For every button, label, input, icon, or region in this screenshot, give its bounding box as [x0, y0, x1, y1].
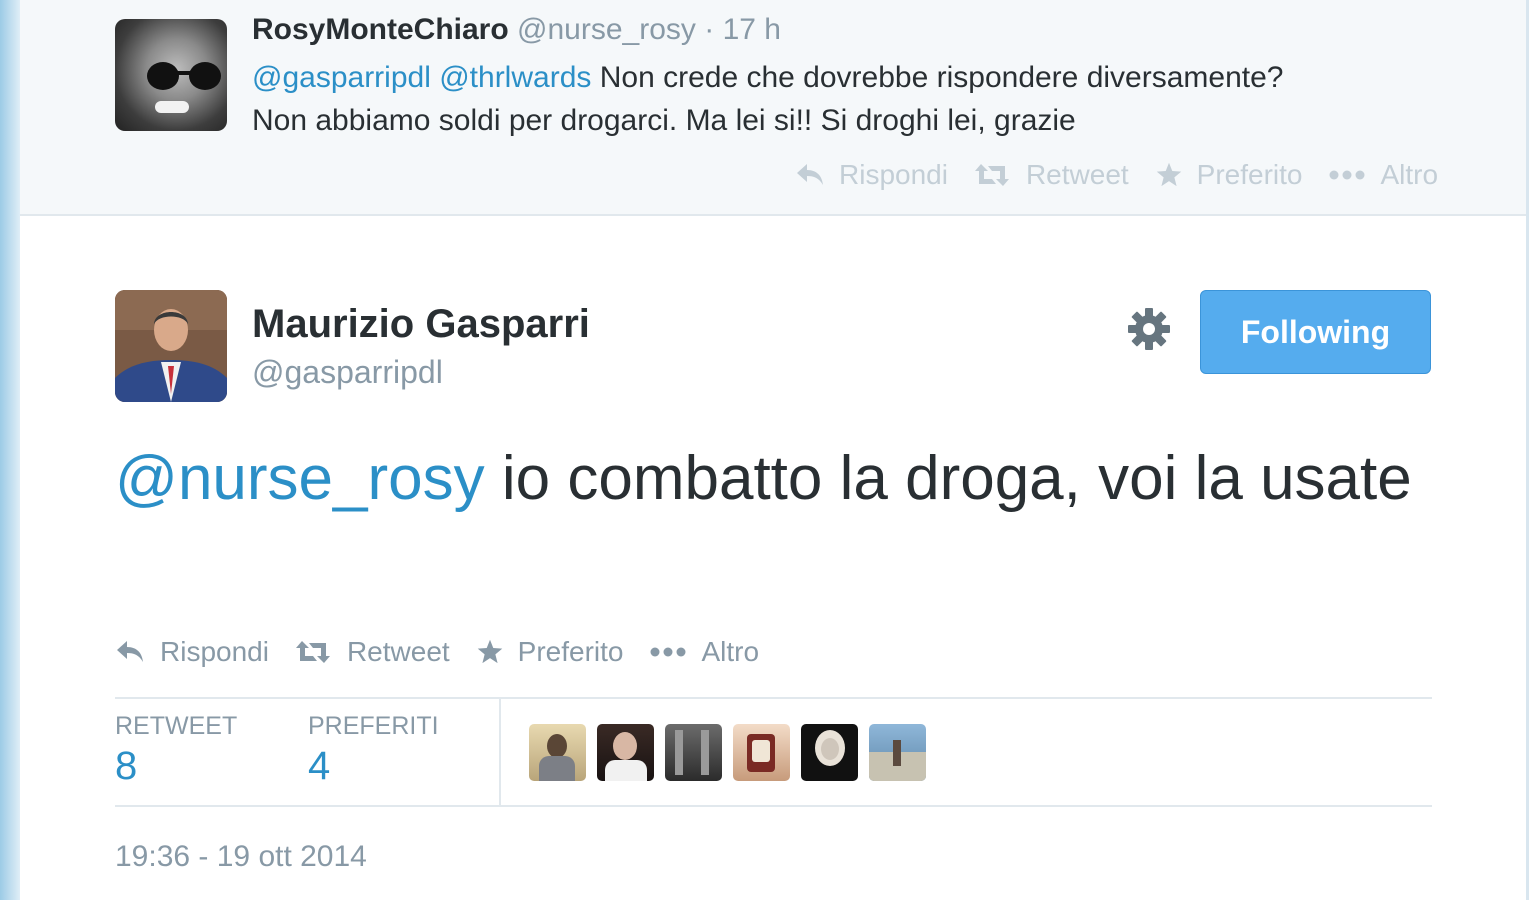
in-reply-to-tweet[interactable]: RosyMonteChiaro @nurse_rosy · 17 h @gasp…: [20, 0, 1526, 216]
more-button[interactable]: Altro: [650, 636, 760, 668]
reply-text-line-2: Non abbiamo soldi per drogarci. Ma lei s…: [252, 104, 1076, 137]
retweet-button[interactable]: Retweet: [295, 636, 450, 668]
separator-dot: ·: [704, 13, 715, 46]
reply-text-line-1: Non crede che dovrebbe rispondere divers…: [599, 61, 1284, 94]
tweet-body: io combatto la droga, voi la usate: [501, 444, 1412, 513]
retweet-label: Retweet: [1025, 159, 1129, 190]
avatar[interactable]: [665, 724, 722, 781]
reply-tweet-text: @gasparripdl @thrlwards Non crede che do…: [252, 56, 1452, 142]
tweet-timestamp[interactable]: 19:36 - 19 ott 2014: [115, 840, 367, 874]
reply-button[interactable]: Rispondi: [795, 159, 948, 191]
mention-link[interactable]: @thrlwards: [439, 61, 591, 94]
profile-photo-graphic: [115, 290, 227, 402]
favorite-button[interactable]: Preferito: [1155, 159, 1303, 191]
retweet-label: Retweet: [346, 636, 450, 667]
reply-button[interactable]: Rispondi: [115, 636, 269, 668]
divider: [115, 805, 1432, 807]
reply-icon: [117, 641, 143, 662]
favorite-button[interactable]: Preferito: [476, 636, 624, 668]
retweet-button[interactable]: Retweet: [974, 159, 1129, 191]
retweet-icon: [295, 641, 330, 663]
reply-label: Rispondi: [839, 159, 948, 190]
favorites-count-label[interactable]: PREFERITI: [308, 712, 439, 741]
page-background-left: [0, 0, 20, 900]
sunglasses-graphic: [147, 62, 221, 90]
divider: [499, 699, 501, 805]
smile-graphic: [155, 101, 189, 113]
reply-label: Rispondi: [160, 636, 269, 667]
star-icon: [1156, 162, 1181, 187]
gear-icon[interactable]: [1126, 306, 1172, 352]
favorites-count[interactable]: 4: [308, 744, 330, 789]
username[interactable]: @gasparripdl: [252, 354, 443, 391]
fullname[interactable]: RosyMonteChiaro: [252, 13, 509, 46]
avatar[interactable]: [869, 724, 926, 781]
divider: [115, 697, 1432, 699]
reply-header: RosyMonteChiaro @nurse_rosy · 17 h: [252, 13, 781, 47]
main-tweet-text: @nurse_rosy io combatto la droga, voi la…: [115, 440, 1435, 518]
star-icon: [477, 639, 502, 664]
avatar[interactable]: [733, 724, 790, 781]
more-icon: [1329, 170, 1364, 180]
mention-link[interactable]: @gasparripdl: [252, 61, 431, 94]
retweet-count[interactable]: 8: [115, 744, 137, 789]
avatar[interactable]: [115, 19, 227, 131]
favoriters-avatars: [529, 724, 937, 781]
reply-icon: [797, 164, 823, 185]
tweet-permalink-card: RosyMonteChiaro @nurse_rosy · 17 h @gasp…: [20, 0, 1526, 900]
favorite-label: Preferito: [1196, 159, 1303, 190]
avatar[interactable]: [115, 290, 227, 402]
username[interactable]: @nurse_rosy: [517, 13, 696, 46]
more-button[interactable]: Altro: [1329, 159, 1439, 191]
more-label: Altro: [701, 636, 760, 667]
reply-tweet-actions: Rispondi Retweet Preferito Altro: [795, 157, 1438, 193]
retweet-count-label[interactable]: RETWEET: [115, 712, 237, 741]
favorite-label: Preferito: [517, 636, 624, 667]
avatar[interactable]: [801, 724, 858, 781]
more-label: Altro: [1380, 159, 1439, 190]
retweet-icon: [974, 164, 1009, 186]
avatar[interactable]: [597, 724, 654, 781]
tweet-time[interactable]: 17 h: [723, 13, 781, 46]
following-button[interactable]: Following: [1200, 290, 1431, 374]
fullname[interactable]: Maurizio Gasparri: [252, 302, 590, 347]
main-tweet-actions: Rispondi Retweet Preferito Altro: [115, 632, 759, 672]
mention-link[interactable]: @nurse_rosy: [115, 444, 485, 513]
more-icon: [650, 647, 685, 657]
avatar[interactable]: [529, 724, 586, 781]
